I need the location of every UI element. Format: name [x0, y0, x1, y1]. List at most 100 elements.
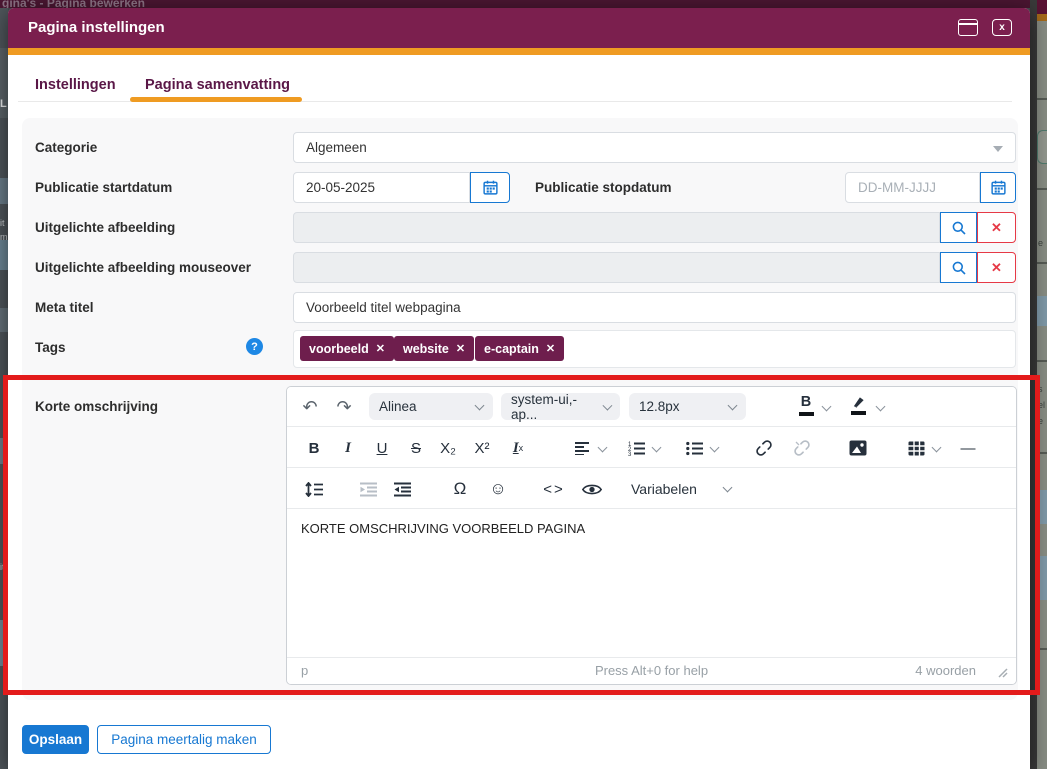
background-text-fragment: it — [0, 562, 5, 572]
featured-image-search-button[interactable] — [940, 212, 977, 243]
ordered-list-button[interactable]: 123 — [621, 434, 651, 462]
background-fragment — [1037, 556, 1047, 600]
close-icon[interactable]: x — [992, 19, 1012, 36]
help-icon[interactable]: ? — [246, 338, 263, 355]
color-swatch — [851, 411, 866, 415]
maximize-icon[interactable] — [958, 19, 978, 36]
bullet-list-button[interactable] — [679, 434, 709, 462]
background-fragment — [1037, 296, 1047, 326]
background-fragment — [0, 240, 8, 270]
save-button[interactable]: Opslaan — [22, 725, 89, 754]
redo-button[interactable]: ↷ — [329, 393, 359, 421]
highlighter-icon — [851, 395, 866, 409]
clear-formatting-button[interactable]: Ix — [503, 434, 533, 462]
start-date-calendar-button[interactable] — [470, 172, 510, 203]
underline-icon: U — [377, 440, 388, 457]
word-count[interactable]: 4 woorden — [915, 663, 976, 678]
background-fragment — [1037, 98, 1047, 100]
tag-label: voorbeeld — [309, 342, 369, 356]
source-code-button[interactable]: <> — [539, 475, 569, 503]
preview-button[interactable] — [577, 475, 607, 503]
background-page-header: gina's - Pagina bewerken — [0, 0, 1047, 8]
undo-button[interactable]: ↶ — [295, 393, 325, 421]
bold-icon: B — [309, 440, 320, 457]
highlight-color-button[interactable] — [847, 395, 869, 415]
featured-image-mouseover-input[interactable] — [293, 252, 940, 283]
featured-image-input[interactable] — [293, 212, 940, 243]
link-icon — [755, 439, 773, 457]
tag-remove-icon[interactable]: ✕ — [546, 342, 555, 355]
categorie-select[interactable]: Algemeen — [293, 132, 1016, 163]
screen: gina's - Pagina bewerken L it m it e s e… — [0, 0, 1047, 769]
indent-button[interactable] — [387, 475, 417, 503]
help-text: Press Alt+0 for help — [287, 663, 1016, 678]
tag-remove-icon[interactable]: ✕ — [456, 342, 465, 355]
featured-image-clear-button[interactable]: ✕ — [977, 212, 1016, 243]
chevron-down-icon — [932, 443, 942, 453]
chevron-down-icon — [876, 402, 886, 412]
tab-instellingen[interactable]: Instellingen — [35, 77, 116, 93]
horizontal-rule-button[interactable]: — — [953, 434, 983, 462]
background-fragment — [1037, 0, 1047, 14]
stop-date-calendar-button[interactable] — [980, 172, 1016, 203]
line-height-icon — [305, 482, 323, 497]
table-button[interactable] — [901, 434, 931, 462]
align-button[interactable] — [567, 434, 597, 462]
start-date-input[interactable] — [293, 172, 470, 203]
accent-bar — [8, 48, 1030, 55]
stop-date-input[interactable] — [845, 172, 980, 203]
categorie-label: Categorie — [35, 140, 97, 155]
chevron-down-icon — [652, 443, 662, 453]
dialog-title: Pagina instellingen — [28, 19, 165, 36]
editor-content-area[interactable]: KORTE OMSCHRIJVING VOORBEELD PAGINA — [287, 509, 1016, 659]
subscript-button[interactable]: X₂ — [433, 434, 463, 462]
text-color-button[interactable]: B — [795, 395, 817, 416]
remove-link-button[interactable] — [787, 434, 817, 462]
featured-image-mouseover-clear-button[interactable]: ✕ — [977, 252, 1016, 283]
featured-image-mouseover-search-button[interactable] — [940, 252, 977, 283]
categorie-value: Algemeen — [306, 140, 367, 155]
meta-title-input[interactable] — [293, 292, 1016, 323]
variables-label: Variabelen — [631, 481, 697, 497]
background-fragment — [1037, 360, 1047, 362]
underline-button[interactable]: U — [367, 434, 397, 462]
multilanguage-button[interactable]: Pagina meertalig maken — [97, 725, 271, 754]
background-text-fragment: L — [0, 98, 7, 110]
editor-status-bar: p Press Alt+0 for help 4 woorden — [287, 657, 1016, 684]
meta-title-label: Meta titel — [35, 300, 94, 315]
background-text-fragment: e — [1038, 238, 1043, 248]
horizontal-rule-icon: — — [961, 440, 976, 457]
background-fragment — [0, 308, 8, 332]
special-character-button[interactable]: Ω — [445, 475, 475, 503]
size-select[interactable]: 12.8px — [629, 393, 746, 420]
italic-button[interactable]: I — [333, 434, 363, 462]
font-select[interactable]: system-ui,-ap... — [501, 393, 620, 420]
outdent-icon — [360, 482, 377, 497]
format-select[interactable]: Alinea — [369, 393, 493, 420]
clear-formatting-sub: x — [519, 443, 524, 453]
outdent-button[interactable] — [353, 475, 383, 503]
background-fragment — [1037, 130, 1047, 164]
align-left-icon — [574, 441, 590, 455]
subscript-icon: X₂ — [440, 440, 456, 457]
editor-toolbar-row-2: B I U S X₂ X² Ix 123 — [287, 428, 1016, 468]
insert-link-button[interactable] — [749, 434, 779, 462]
search-icon — [951, 260, 967, 276]
chevron-down-icon — [723, 482, 733, 492]
color-swatch — [799, 412, 814, 416]
resize-grip-icon[interactable] — [996, 666, 1008, 678]
line-height-button[interactable] — [299, 475, 329, 503]
background-fragment — [1037, 452, 1047, 454]
tag-remove-icon[interactable]: ✕ — [376, 342, 385, 355]
superscript-button[interactable]: X² — [467, 434, 497, 462]
emoji-button[interactable]: ☺ — [483, 475, 513, 503]
italic-icon: I — [345, 440, 351, 457]
background-text-fragment: m — [0, 232, 8, 242]
x-icon: ✕ — [991, 260, 1002, 276]
tab-pagina-samenvatting[interactable]: Pagina samenvatting — [145, 77, 290, 93]
variables-dropdown[interactable]: Variabelen — [631, 475, 731, 502]
insert-image-button[interactable] — [843, 434, 873, 462]
bold-button[interactable]: B — [299, 434, 329, 462]
strikethrough-button[interactable]: S — [401, 434, 431, 462]
emoji-icon: ☺ — [489, 479, 506, 499]
